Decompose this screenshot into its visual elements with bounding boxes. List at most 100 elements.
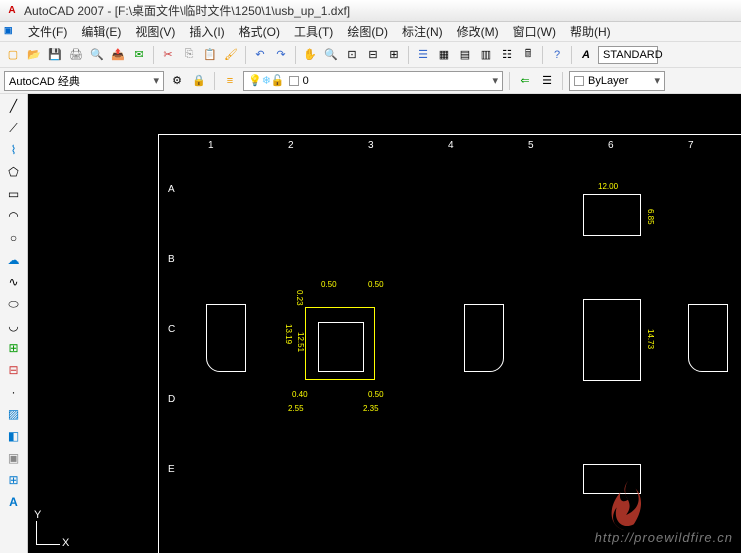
dim-9: 2.55 xyxy=(288,404,304,413)
help-icon[interactable]: ? xyxy=(548,46,566,64)
drawing-canvas[interactable]: 1 2 3 4 5 6 7 A B C D E 12.00 6.85 0.23 … xyxy=(28,94,741,553)
polygon-icon[interactable]: ⬠ xyxy=(3,162,25,182)
layer-lock-icon: 🔓 xyxy=(271,74,285,87)
standard-toolbar: ▢ 📂 💾 🖨 🔍 📤 ✉ ✂ ⎘ 📋 🖌 ↶ ↷ ✋ 🔍 ⊡ ⊟ ⊞ ☰ ▦ … xyxy=(0,42,741,68)
pan-icon[interactable]: ✋ xyxy=(301,46,319,64)
publish-icon[interactable]: 📤 xyxy=(109,46,127,64)
separator xyxy=(214,72,215,90)
dim-7: 12.51 xyxy=(296,332,305,352)
gradient-icon[interactable]: ◧ xyxy=(3,426,25,446)
layer-manager-icon[interactable]: ≡ xyxy=(221,72,239,90)
layer-freeze-icon: ❄ xyxy=(262,74,271,87)
workspace-value: AutoCAD 经典 xyxy=(9,73,80,89)
arc-icon[interactable]: ◠ xyxy=(3,206,25,226)
zoom-ext-icon[interactable]: ⊞ xyxy=(385,46,403,64)
layer-prev-icon[interactable]: ⇐ xyxy=(516,72,534,90)
copy-icon[interactable]: ⎘ xyxy=(180,46,198,64)
design-center-icon[interactable]: ▦ xyxy=(435,46,453,64)
zoom-rt-icon[interactable]: 🔍 xyxy=(322,46,340,64)
tool-palettes-icon[interactable]: ▤ xyxy=(456,46,474,64)
draw-toolbar: ╱ ⟋ ⌇ ⬠ ▭ ◠ ○ ☁ ∿ ⬭ ◡ ⊞ ⊟ · ▨ ◧ ▣ ⊞ A xyxy=(0,94,28,553)
workspace-combo[interactable]: AutoCAD 经典 ▾ xyxy=(4,71,164,91)
menu-edit[interactable]: 编辑(E) xyxy=(75,21,127,42)
insert-block-icon[interactable]: ⊞ xyxy=(3,338,25,358)
rectangle-icon[interactable]: ▭ xyxy=(3,184,25,204)
row-d: D xyxy=(168,394,175,405)
separator xyxy=(295,46,296,64)
mtext-icon[interactable]: A xyxy=(3,492,25,512)
dim-11: 2.35 xyxy=(363,404,379,413)
workspace-settings-icon[interactable]: ⚙ xyxy=(168,72,186,90)
menu-view[interactable]: 视图(V) xyxy=(129,21,181,42)
zoom-win-icon[interactable]: ⊡ xyxy=(343,46,361,64)
open-icon[interactable]: 📂 xyxy=(25,46,43,64)
col-7: 7 xyxy=(688,140,694,151)
dim-1: 12.00 xyxy=(598,182,618,191)
properties-icon[interactable]: ☰ xyxy=(414,46,432,64)
menu-tools[interactable]: 工具(T) xyxy=(288,21,339,42)
menu-dimension[interactable]: 标注(N) xyxy=(396,21,449,42)
color-combo[interactable]: ByLayer ▾ xyxy=(569,71,665,91)
dim-3: 0.23 xyxy=(295,290,304,306)
redo-icon[interactable]: ↷ xyxy=(272,46,290,64)
hatch-icon[interactable]: ▨ xyxy=(3,404,25,424)
part-c4 xyxy=(583,299,641,381)
dim-12: 14.73 xyxy=(646,329,655,349)
sheet-set-icon[interactable]: ▥ xyxy=(477,46,495,64)
match-icon[interactable]: 🖌 xyxy=(222,46,240,64)
menu-window[interactable]: 窗口(W) xyxy=(507,21,562,42)
calc-icon[interactable]: 🖩 xyxy=(519,46,537,64)
border-left xyxy=(158,134,159,553)
layer-bulb-icon: 💡 xyxy=(248,74,262,87)
row-e: E xyxy=(168,464,175,475)
menu-help[interactable]: 帮助(H) xyxy=(564,21,617,42)
menu-insert[interactable]: 插入(I) xyxy=(183,21,230,42)
layer-color-swatch xyxy=(289,76,299,86)
textstyle-icon[interactable]: A xyxy=(577,46,595,64)
col-4: 4 xyxy=(448,140,454,151)
save-icon[interactable]: 💾 xyxy=(46,46,64,64)
menu-modify[interactable]: 修改(M) xyxy=(451,21,505,42)
polyline-icon[interactable]: ⌇ xyxy=(3,140,25,160)
col-2: 2 xyxy=(288,140,294,151)
menu-file[interactable]: 文件(F) xyxy=(22,21,73,42)
dim-6: 13.19 xyxy=(284,324,293,344)
workspace-lock-icon[interactable]: 🔒 xyxy=(190,72,208,90)
undo-icon[interactable]: ↶ xyxy=(251,46,269,64)
layer-value: 0 xyxy=(303,75,309,87)
cut-icon[interactable]: ✂ xyxy=(159,46,177,64)
text-style-combo[interactable]: STANDARD xyxy=(598,46,658,64)
layer-states-icon[interactable]: ☰ xyxy=(538,72,556,90)
layer-combo[interactable]: 💡 ❄ 🔓 0 ▾ xyxy=(243,71,503,91)
line-icon[interactable]: ╱ xyxy=(3,96,25,116)
menu-draw[interactable]: 绘图(D) xyxy=(341,21,394,42)
plot-icon[interactable]: 🖨 xyxy=(67,46,85,64)
revcloud-icon[interactable]: ☁ xyxy=(3,250,25,270)
dim-5: 0.50 xyxy=(368,280,384,289)
zoom-prev-icon[interactable]: ⊟ xyxy=(364,46,382,64)
paste-icon[interactable]: 📋 xyxy=(201,46,219,64)
part-c2-inner xyxy=(318,322,364,372)
window-title: AutoCAD 2007 - [F:\桌面文件\临时文件\1250\1\usb_… xyxy=(24,2,350,19)
circle-icon[interactable]: ○ xyxy=(3,228,25,248)
ucs-icon: X Y xyxy=(36,515,66,545)
part-top-right xyxy=(583,194,641,236)
layer-toolbar: AutoCAD 经典 ▾ ⚙ 🔒 ≡ 💡 ❄ 🔓 0 ▾ ⇐ ☰ ByLayer… xyxy=(0,68,741,94)
make-block-icon[interactable]: ⊟ xyxy=(3,360,25,380)
chevron-down-icon: ▾ xyxy=(153,74,159,87)
new-icon[interactable]: ▢ xyxy=(4,46,22,64)
spline-icon[interactable]: ∿ xyxy=(3,272,25,292)
ellipse-arc-icon[interactable]: ◡ xyxy=(3,316,25,336)
col-1: 1 xyxy=(208,140,214,151)
table-icon[interactable]: ⊞ xyxy=(3,470,25,490)
ellipse-icon[interactable]: ⬭ xyxy=(3,294,25,314)
region-icon[interactable]: ▣ xyxy=(3,448,25,468)
preview-icon[interactable]: 🔍 xyxy=(88,46,106,64)
flame-watermark-icon xyxy=(609,479,647,531)
xline-icon[interactable]: ⟋ xyxy=(3,118,25,138)
menu-format[interactable]: 格式(O) xyxy=(233,21,286,42)
point-icon[interactable]: · xyxy=(3,382,25,402)
send-icon[interactable]: ✉ xyxy=(130,46,148,64)
markup-icon[interactable]: ☷ xyxy=(498,46,516,64)
row-a: A xyxy=(168,184,175,195)
